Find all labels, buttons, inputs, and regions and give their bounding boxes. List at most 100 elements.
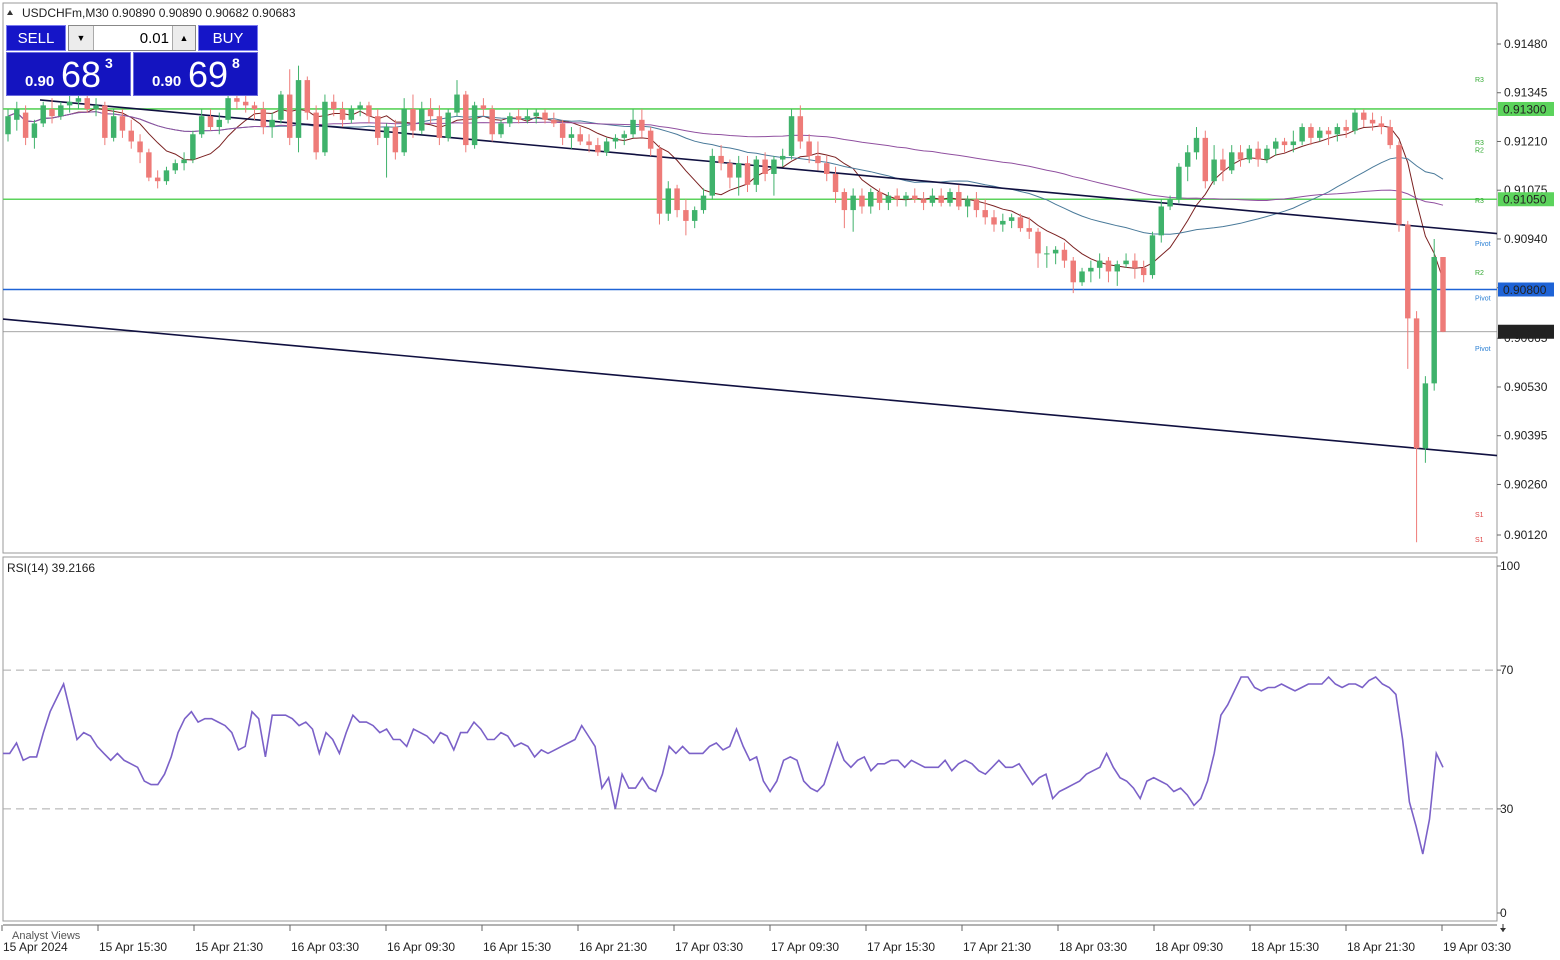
candle-body [489,108,495,135]
candle-body [885,195,892,203]
watermark: Analyst Views [12,930,81,942]
sell-price-big: 68 [61,54,102,95]
candle-body [1405,224,1411,319]
pivot-label: Pivot [1475,295,1491,302]
candle-body [1299,127,1305,142]
candle-body [727,163,733,178]
candle-body [5,116,11,135]
candle-body [260,108,267,128]
candle-body [1361,112,1367,120]
time-tick-label: 19 Apr 03:30 [1443,940,1511,954]
candle-body [286,94,293,138]
candle-body [58,105,64,117]
candle-body [1211,159,1217,182]
sell-button[interactable]: SELL [6,25,66,51]
candle-body [471,105,478,146]
candle-body [1387,127,1393,146]
candle-body [691,210,698,221]
rsi-label: RSI(14) 39.2166 [7,561,95,575]
candle-body [841,192,848,211]
price-tick-label: 0.91480 [1504,37,1548,51]
candle-body [1070,260,1076,283]
candle-body [1079,271,1085,283]
candle-body [375,116,381,138]
candle-body [410,108,416,131]
triangle-down-icon[interactable]: ▼ [69,26,94,50]
candle-body [568,134,575,138]
candle-body [1378,123,1385,128]
candle-body [621,134,627,138]
candle-body [313,112,319,153]
buy-price-sup: 8 [232,55,240,71]
candle-body [507,116,513,124]
candle-body [119,116,126,131]
candle-body [797,116,804,142]
time-axis[interactable]: 15 Apr 2024 15 Apr 15:30 15 Apr 21:30 16 Ap… [1,925,1511,954]
candle-body [1290,141,1297,146]
candle-body [1017,217,1024,229]
candle-body [454,94,460,113]
time-tick-label: 16 Apr 21:30 [579,940,647,954]
candle-body [1246,148,1253,160]
candle-body [762,159,768,174]
candle-body [463,94,469,146]
buy-price-quote[interactable]: 0.90 69 8 [133,52,258,96]
candle-body [190,134,196,160]
candle-body [1422,383,1429,449]
candle-body [207,116,214,128]
candle-body [929,195,936,203]
candle-body [709,155,716,196]
lot-size-input[interactable] [95,28,173,48]
candle-body [278,94,284,120]
candle-body [110,116,117,138]
candle-body [1035,231,1041,254]
candle-body [1052,249,1059,254]
candle-body [1044,253,1050,255]
candle-body [163,170,170,182]
buy-price-big: 69 [188,54,229,95]
candle-body [876,192,883,203]
time-tick-label: 17 Apr 15:30 [867,940,935,954]
candle-body [1325,130,1332,135]
candle-body [14,108,20,120]
candle-body [1167,199,1173,207]
candle-body [647,130,654,149]
candle-body [1140,267,1147,276]
candle-body [242,101,249,106]
price-tick-label: 0.91210 [1504,134,1548,148]
candle-body [1228,152,1235,171]
candle-body [445,112,451,138]
candle-body [427,108,434,117]
candle-body [84,98,90,109]
candle-body [850,195,856,211]
candle-body [991,217,997,225]
candle-body [392,127,399,153]
candle-body [1334,127,1341,135]
candle-body [383,127,390,138]
candle-body [1281,141,1288,146]
buy-button[interactable]: BUY [198,25,258,51]
scale-fix-icon[interactable] [1500,924,1506,932]
time-tick-label: 16 Apr 09:30 [387,940,455,954]
candle-body [824,163,830,174]
candle-body [498,123,504,135]
candle-body [348,108,355,120]
triangle-up-icon[interactable]: ▲ [172,26,195,50]
candle-body [1308,127,1314,138]
candle-body [401,108,407,153]
candle-body [269,119,275,128]
candle-body [603,141,610,153]
candle-body [577,134,583,142]
rsi-tick-label: 70 [1500,663,1514,677]
candle-body [1220,159,1226,171]
time-tick-label: 18 Apr 03:30 [1059,940,1127,954]
candle-body [559,123,566,138]
candle-body [595,145,601,153]
candle-body [515,116,522,120]
candle-body [198,116,205,135]
candle-body [1061,249,1068,261]
candle-body [154,177,161,182]
time-tick-label: 17 Apr 21:30 [963,940,1031,954]
candle-body [181,159,187,164]
sell-price-quote[interactable]: 0.90 68 3 [6,52,131,96]
